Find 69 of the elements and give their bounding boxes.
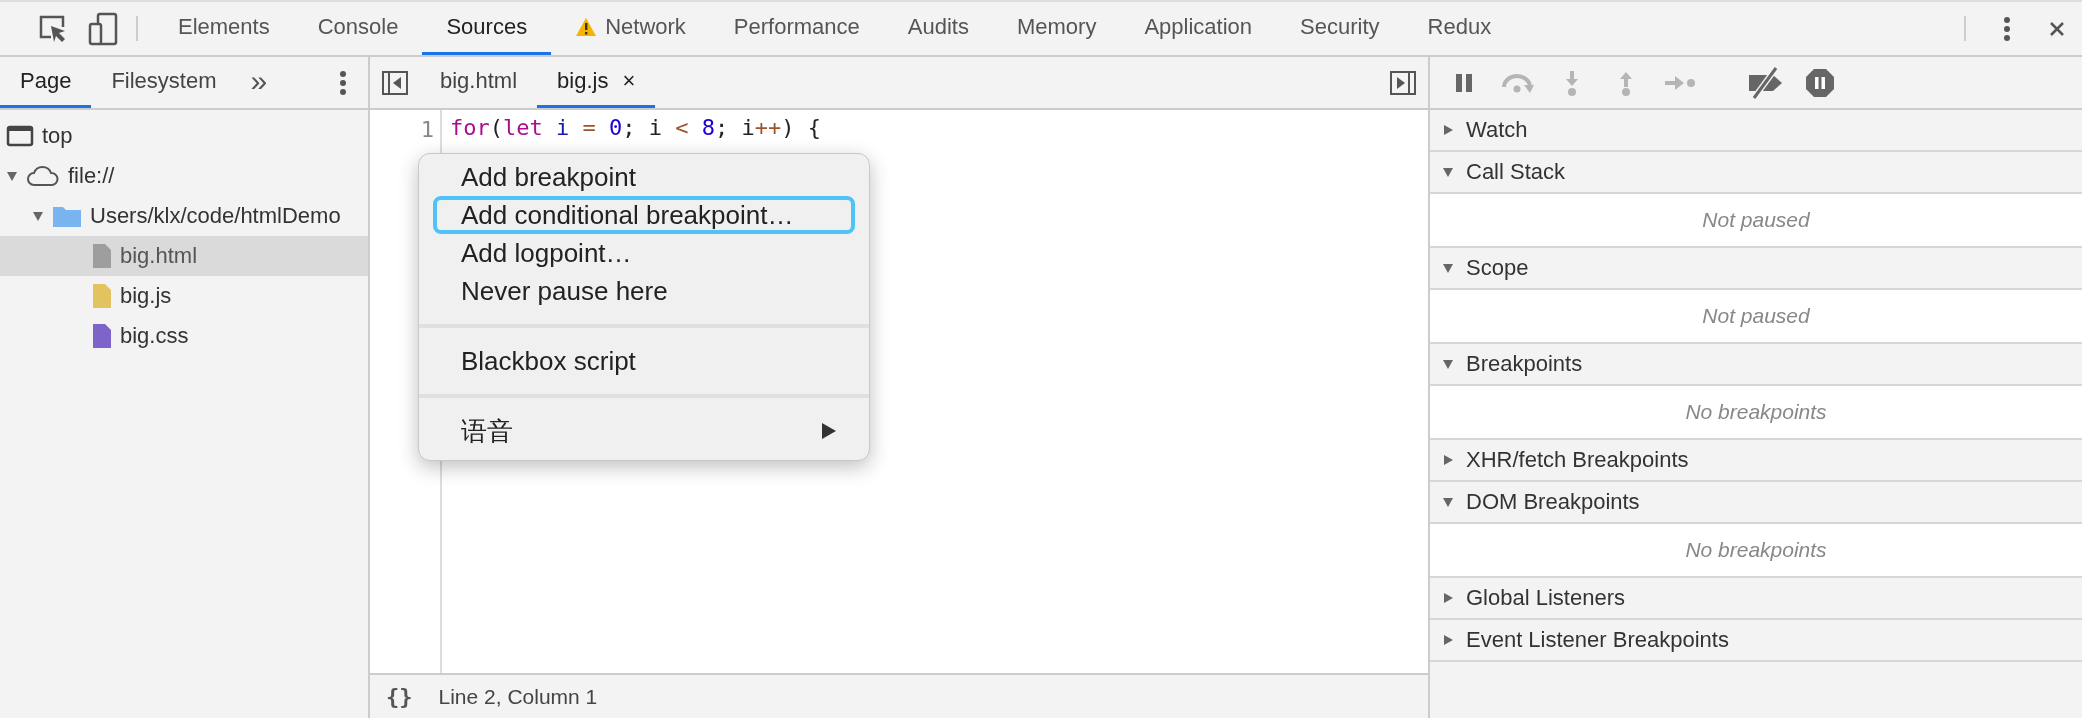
pause-on-exceptions-icon[interactable] — [1805, 67, 1835, 98]
cloud-icon — [26, 165, 60, 187]
tree-item-label: big.css — [120, 323, 189, 349]
tree-item-label: big.html — [120, 243, 198, 269]
menu-item[interactable]: Blackbox script — [433, 342, 855, 380]
toggle-navigator-icon[interactable] — [382, 70, 408, 95]
more-tabs-button[interactable]: » — [236, 63, 282, 102]
navigator-tab[interactable]: Page — [0, 57, 92, 108]
panel-tab[interactable]: Application — [1120, 2, 1277, 55]
tree-item[interactable]: file:// — [0, 156, 368, 196]
expanded-triangle-icon[interactable] — [1442, 358, 1454, 370]
expanded-triangle-icon[interactable] — [1442, 496, 1454, 508]
device-toolbar-icon[interactable] — [88, 11, 118, 46]
panel-tab[interactable]: Security — [1276, 2, 1404, 55]
collapsed-triangle-icon[interactable] — [1442, 634, 1454, 646]
expanded-triangle-icon[interactable] — [32, 210, 44, 222]
tree-item[interactable]: Users/klx/code/htmlDemo — [0, 196, 368, 236]
line-number: 1 — [420, 116, 434, 144]
expanded-triangle-icon[interactable] — [6, 170, 18, 182]
section-header[interactable]: Event Listener Breakpoints — [1430, 620, 2082, 662]
tree-item-label: big.js — [120, 283, 172, 309]
section-header[interactable]: XHR/fetch Breakpoints — [1430, 440, 2082, 482]
section-header[interactable]: Watch — [1430, 110, 2082, 152]
warning-icon — [575, 17, 598, 37]
more-options-icon[interactable] — [339, 69, 347, 96]
section-header[interactable]: Global Listeners — [1430, 578, 2082, 620]
panel-tab[interactable]: Sources — [422, 2, 552, 55]
folder-icon — [52, 204, 82, 228]
close-tab-button[interactable]: × — [622, 68, 636, 94]
tree-item[interactable]: big.js — [0, 276, 368, 316]
submenu-item[interactable]: 语音 — [433, 412, 855, 450]
file-tab[interactable]: big.html — [420, 57, 538, 108]
collapsed-triangle-icon[interactable] — [1442, 592, 1454, 604]
panel-tab[interactable]: Redux — [1403, 2, 1516, 55]
menu-item[interactable]: Add conditional breakpoint… — [433, 196, 855, 234]
tree-item[interactable]: big.css — [0, 316, 368, 356]
tree-item-label: file:// — [68, 163, 115, 189]
menu-item[interactable]: Never pause here — [433, 272, 855, 310]
more-options-icon[interactable] — [2003, 15, 2011, 42]
empty-message: Not paused — [1430, 290, 2082, 344]
submenu-arrow-icon — [821, 422, 837, 440]
code-line: for(let i = 0; i < 8; i++) { — [450, 115, 821, 140]
collapsed-triangle-icon[interactable] — [1442, 124, 1454, 136]
expanded-triangle-icon[interactable] — [1442, 262, 1454, 274]
toggle-debugger-icon[interactable] — [1390, 70, 1416, 95]
close-icon[interactable] — [2049, 20, 2065, 37]
panel-tab[interactable]: Memory — [992, 2, 1121, 55]
panel-tab[interactable]: Elements — [154, 2, 294, 55]
collapsed-triangle-icon[interactable] — [1442, 454, 1454, 466]
tree-item[interactable]: big.html — [0, 236, 368, 276]
panel-tab[interactable]: Audits — [883, 2, 993, 55]
expanded-triangle-icon[interactable] — [1442, 166, 1454, 178]
panel-tab[interactable]: Performance — [709, 2, 884, 55]
tree-item-label: top — [42, 123, 73, 149]
frame-icon — [6, 124, 34, 148]
submenu-label: 语音 — [461, 414, 513, 448]
panel-tab[interactable]: Network — [551, 2, 710, 55]
pretty-print-button[interactable]: {} — [386, 684, 413, 709]
empty-message: Not paused — [1430, 194, 2082, 248]
panel-tab[interactable]: Console — [293, 2, 423, 55]
empty-message: No breakpoints — [1430, 386, 2082, 440]
pause-icon[interactable] — [1454, 71, 1474, 94]
tree-item[interactable]: top — [0, 116, 368, 156]
tree-item-label: Users/klx/code/htmlDemo — [90, 203, 341, 229]
empty-message: No breakpoints — [1430, 524, 2082, 578]
menu-item[interactable]: Add logpoint… — [433, 234, 855, 272]
menu-item[interactable]: Add breakpoint — [433, 158, 855, 196]
cursor-position: Line 2, Column 1 — [438, 684, 598, 709]
navigator-tab[interactable]: Filesystem — [91, 57, 237, 108]
